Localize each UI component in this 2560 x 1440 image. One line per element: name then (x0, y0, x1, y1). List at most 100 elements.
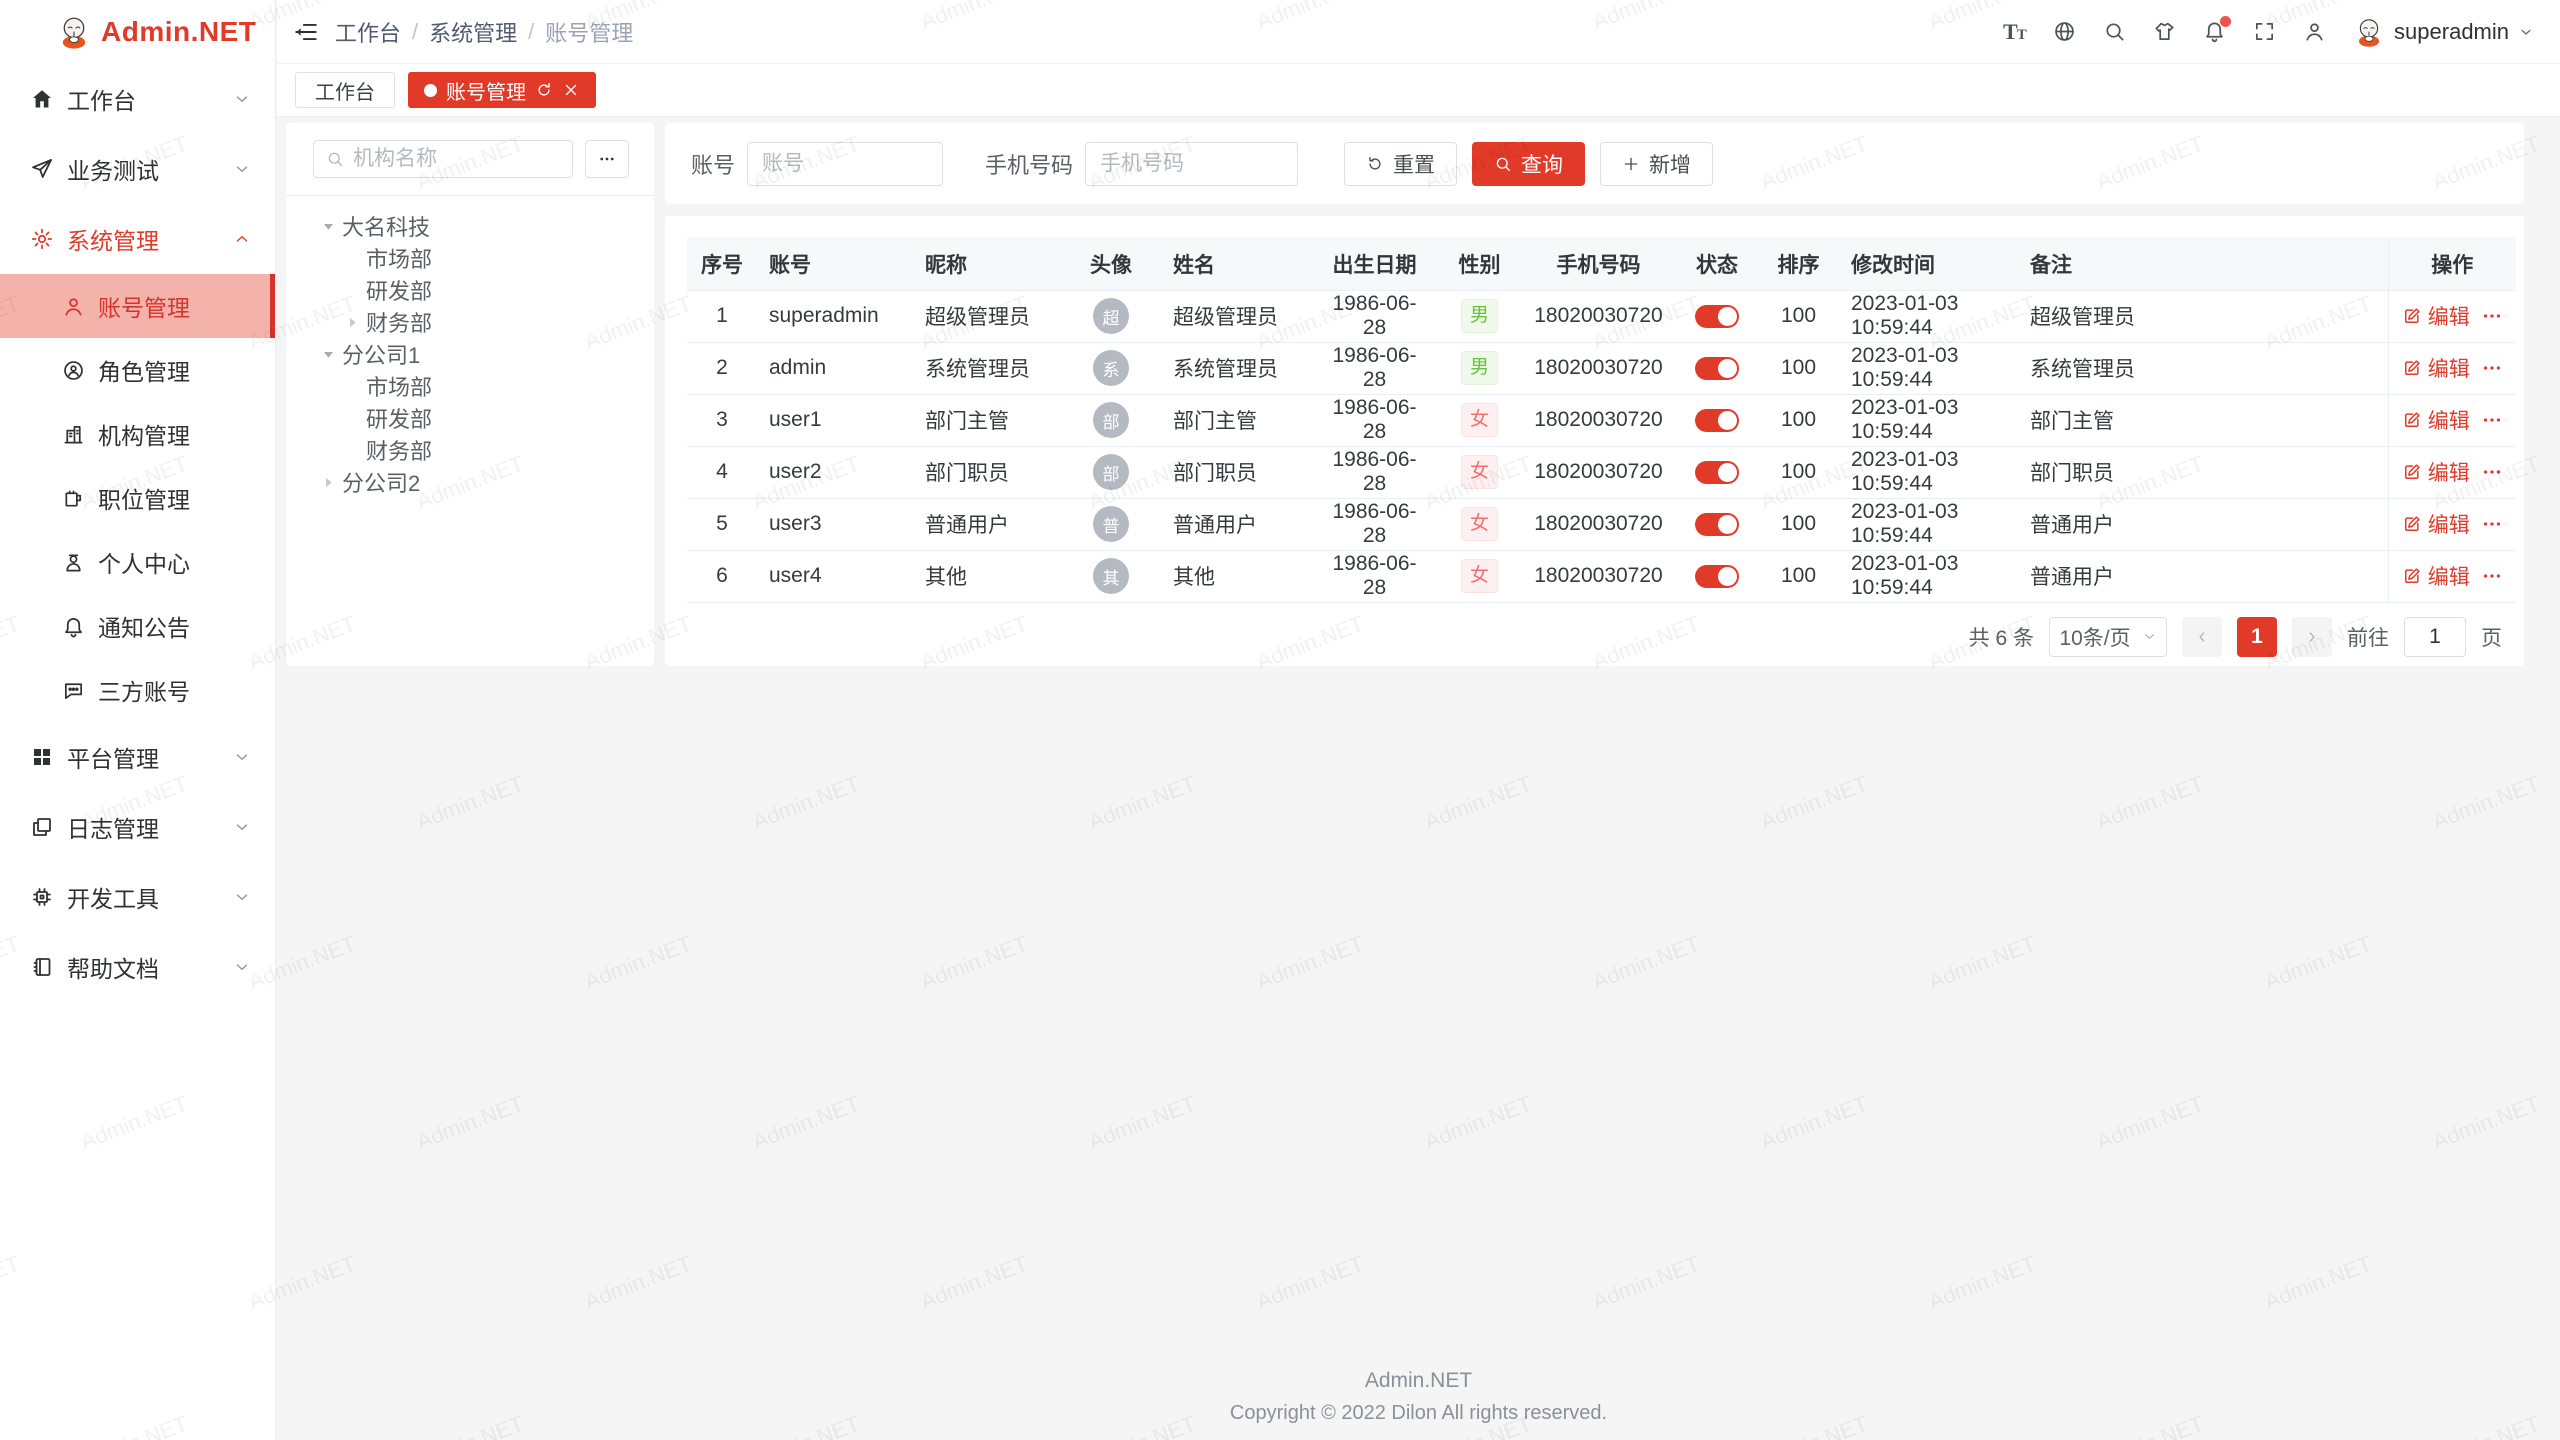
theme-icon[interactable] (2153, 20, 2176, 43)
sidebar-item-日志管理[interactable]: 日志管理 (0, 792, 275, 862)
tree-node-大名科技[interactable]: 大名科技 (286, 210, 654, 242)
chevron-down-icon (233, 958, 251, 976)
close-icon[interactable] (562, 81, 580, 99)
tree-node-分公司1[interactable]: 分公司1 (286, 338, 654, 370)
search-icon[interactable] (2103, 20, 2126, 43)
add-button[interactable]: 新增 (1600, 142, 1713, 186)
cell-gender: 女 (1438, 394, 1521, 446)
sidebar-item-平台管理[interactable]: 平台管理 (0, 722, 275, 792)
sidebar-subitem-个人中心[interactable]: 个人中心 (0, 530, 275, 594)
page-size-select[interactable]: 10条/页 (2049, 617, 2167, 657)
edit-button[interactable]: 编辑 (2402, 301, 2470, 331)
refresh-icon[interactable] (535, 81, 553, 99)
edit-button[interactable]: 编辑 (2402, 405, 2470, 435)
cell-actions: 编辑 (2388, 498, 2516, 550)
sidebar-subitem-机构管理[interactable]: 机构管理 (0, 402, 275, 466)
font-size-icon[interactable]: TT (2003, 20, 2026, 43)
sidebar-subitem-label: 通知公告 (98, 609, 190, 643)
fullscreen-icon[interactable] (2253, 20, 2276, 43)
sidebar-item-帮助文档[interactable]: 帮助文档 (0, 932, 275, 1002)
sidebar-subitem-三方账号[interactable]: 三方账号 (0, 658, 275, 722)
org-search-input[interactable] (353, 147, 560, 171)
tree-node-label: 分公司2 (342, 466, 420, 498)
sidebar-subitem-职位管理[interactable]: 职位管理 (0, 466, 275, 530)
sidebar-item-label: 系统管理 (67, 222, 159, 256)
cell-name: 部门主管 (1161, 394, 1311, 446)
sidebar-subitem-账号管理[interactable]: 账号管理 (0, 274, 275, 338)
edit-button[interactable]: 编辑 (2402, 457, 2470, 487)
username: superadmin (2394, 19, 2509, 45)
status-toggle[interactable] (1695, 513, 1739, 536)
user-menu[interactable]: superadmin (2353, 16, 2534, 48)
sidebar-item-业务测试[interactable]: 业务测试 (0, 134, 275, 204)
status-toggle[interactable] (1695, 565, 1739, 588)
edit-button-label: 编辑 (2428, 353, 2470, 383)
reset-button[interactable]: 重置 (1344, 142, 1457, 186)
tab-account-active[interactable]: 账号管理 (408, 72, 596, 108)
tree-node-label: 研发部 (366, 402, 432, 434)
query-button[interactable]: 查询 (1472, 142, 1585, 186)
cell-status (1676, 498, 1758, 550)
sidebar-item-系统管理[interactable]: 系统管理 (0, 204, 275, 274)
tree-node-市场部[interactable]: 市场部 (286, 242, 654, 274)
cell-name: 超级管理员 (1161, 290, 1311, 342)
language-icon[interactable] (2053, 20, 2076, 43)
org-tree-panel: 大名科技市场部研发部财务部分公司1市场部研发部财务部分公司2 (286, 123, 654, 666)
gender-badge: 男 (1461, 299, 1498, 333)
next-page-button[interactable] (2292, 617, 2332, 657)
gender-badge: 女 (1461, 559, 1498, 593)
row-more-button[interactable] (2481, 565, 2503, 587)
goto-page-input[interactable] (2404, 617, 2466, 657)
sidebar-subitem-角色管理[interactable]: 角色管理 (0, 338, 275, 402)
breadcrumb-item-workbench[interactable]: 工作台 (335, 16, 401, 48)
page-1-button[interactable]: 1 (2237, 617, 2277, 657)
column-header-性别: 性别 (1438, 238, 1521, 290)
status-toggle[interactable] (1695, 409, 1739, 432)
person-center-icon (62, 551, 85, 574)
status-toggle[interactable] (1695, 305, 1739, 328)
tree-node-研发部[interactable]: 研发部 (286, 274, 654, 306)
row-more-button[interactable] (2481, 357, 2503, 379)
tab-workbench[interactable]: 工作台 (295, 72, 395, 108)
tree-node-财务部[interactable]: 财务部 (286, 306, 654, 338)
edit-button[interactable]: 编辑 (2402, 561, 2470, 591)
status-toggle[interactable] (1695, 461, 1739, 484)
cell-avatar: 超 (1061, 290, 1161, 342)
row-more-button[interactable] (2481, 305, 2503, 327)
row-more-button[interactable] (2481, 513, 2503, 535)
tab-bar: 工作台 账号管理 (277, 64, 2560, 117)
account-filter-input[interactable] (747, 142, 943, 186)
column-header-备注: 备注 (2018, 238, 2388, 290)
breadcrumb-item-system[interactable]: 系统管理 (429, 16, 517, 48)
tree-node-分公司2[interactable]: 分公司2 (286, 466, 654, 498)
row-avatar: 其 (1093, 558, 1129, 594)
cell-name: 部门职员 (1161, 446, 1311, 498)
cell-account: superadmin (757, 290, 913, 342)
cell-account: user1 (757, 394, 913, 446)
account-filter-label: 账号 (691, 148, 735, 180)
sidebar-item-开发工具[interactable]: 开发工具 (0, 862, 275, 932)
chevron-right-icon (2304, 629, 2320, 645)
row-more-button[interactable] (2481, 461, 2503, 483)
sidebar-item-label: 工作台 (67, 82, 136, 116)
sidebar-item-工作台[interactable]: 工作台 (0, 64, 275, 134)
org-more-button[interactable] (585, 140, 629, 178)
notification-icon[interactable] (2203, 20, 2226, 43)
edit-button[interactable]: 编辑 (2402, 353, 2470, 383)
tree-node-研发部[interactable]: 研发部 (286, 402, 654, 434)
phone-filter-input[interactable] (1085, 142, 1298, 186)
menu-fold-icon[interactable] (293, 19, 319, 45)
edit-button-label: 编辑 (2428, 457, 2470, 487)
status-toggle[interactable] (1695, 357, 1739, 380)
tree-node-label: 研发部 (366, 274, 432, 306)
edit-button[interactable]: 编辑 (2402, 509, 2470, 539)
cell-actions: 编辑 (2388, 290, 2516, 342)
row-more-button[interactable] (2481, 409, 2503, 431)
tree-node-市场部[interactable]: 市场部 (286, 370, 654, 402)
profile-icon[interactable] (2303, 20, 2326, 43)
prev-page-button[interactable] (2182, 617, 2222, 657)
gender-badge: 女 (1461, 403, 1498, 437)
cell-nickname: 部门主管 (913, 394, 1061, 446)
sidebar-subitem-通知公告[interactable]: 通知公告 (0, 594, 275, 658)
tree-node-财务部[interactable]: 财务部 (286, 434, 654, 466)
